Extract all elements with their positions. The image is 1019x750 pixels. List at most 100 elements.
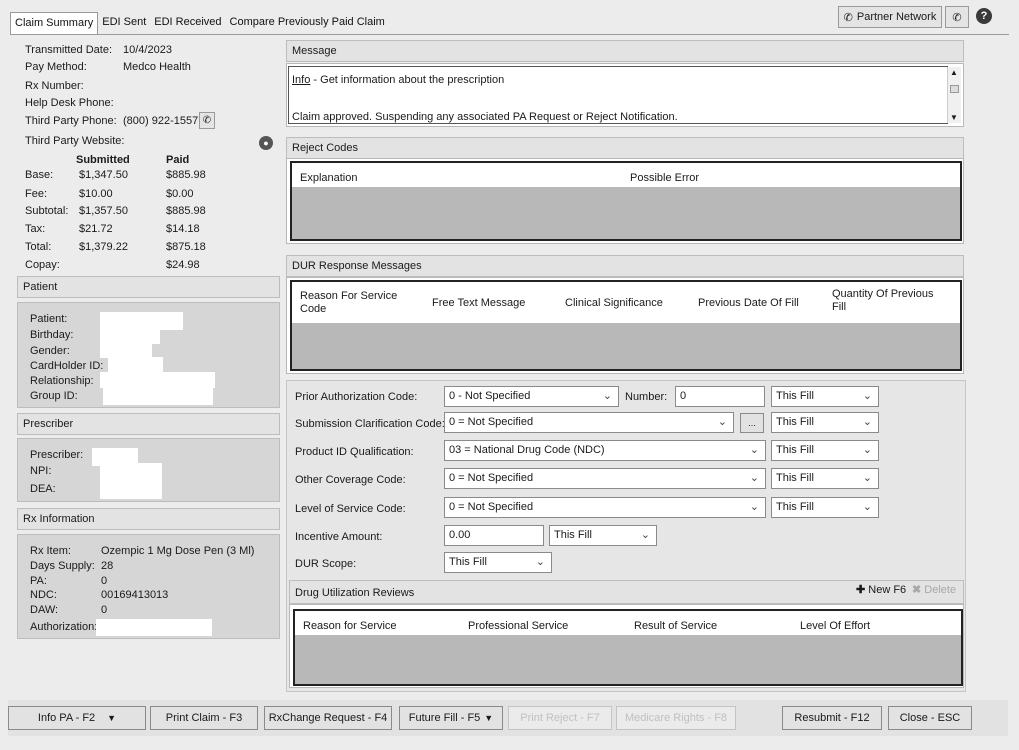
help-icon[interactable]: ? <box>976 8 992 24</box>
dur-response-body <box>292 323 960 369</box>
dea-label: DEA: <box>30 483 56 495</box>
chevron-down-icon: ⌄ <box>749 501 759 513</box>
relationship-label: Relationship: <box>30 375 94 387</box>
medicare-rights-button[interactable]: Medicare Rights - F8 <box>616 706 736 730</box>
authorization-label: Authorization: <box>30 621 98 633</box>
message-textarea[interactable]: Info - Get information about the prescri… <box>288 66 948 124</box>
ndc-label: NDC: <box>30 589 57 601</box>
tab-edi-sent[interactable]: EDI Sent <box>98 12 150 34</box>
fill-select-4[interactable]: This Fill ⌄ <box>771 468 879 489</box>
chevron-down-icon: ⌄ <box>535 556 545 568</box>
submission-clarification-select[interactable]: 0 = Not Specified ⌄ <box>444 412 734 433</box>
incentive-fill-select[interactable]: This Fill ⌄ <box>549 525 657 546</box>
print-reject-button[interactable]: Print Reject - F7 <box>508 706 612 730</box>
chevron-down-icon: ⌄ <box>749 472 759 484</box>
phone-icon: ✆ <box>202 115 212 126</box>
fill-select-2[interactable]: This Fill ⌄ <box>771 412 879 433</box>
phone-icon: ✆ <box>952 11 962 24</box>
dur-response-header-row: Reason For Service Code Free Text Messag… <box>292 282 960 323</box>
drug-utilization-reviews-grid[interactable]: Reason for Service Professional Service … <box>293 609 963 686</box>
globe-icon[interactable]: ● <box>259 136 273 150</box>
rx-number-label: Rx Number: <box>25 80 84 92</box>
dropdown-arrow-icon: ▼ <box>107 713 117 723</box>
fee-paid: $0.00 <box>166 188 194 200</box>
subtotal-paid: $885.98 <box>166 205 206 217</box>
tab-bar: Claim Summary EDI Sent EDI Received Comp… <box>10 12 389 34</box>
number-input[interactable]: 0 <box>675 386 765 407</box>
col-level-of-effort: Level Of Effort <box>800 620 871 632</box>
pay-method-value: Medco Health <box>123 61 191 73</box>
gender-label: Gender: <box>30 345 70 357</box>
cardholder-id-label: CardHolder ID: <box>30 360 104 372</box>
transmitted-date-value: 10/4/2023 <box>123 44 172 56</box>
submitted-header: Submitted <box>76 154 130 166</box>
prior-authorization-select[interactable]: 0 - Not Specified ⌄ <box>444 386 619 407</box>
info-link[interactable]: Info <box>292 74 310 86</box>
info-pa-button[interactable]: Info PA - F2 ▼ <box>8 706 146 730</box>
col-quantity-of-previous-fill: Quantity Of Previous Fill <box>832 288 934 313</box>
group-id-label: Group ID: <box>30 390 78 402</box>
new-review-button[interactable]: ✚ New F6 <box>856 583 906 596</box>
npi-label: NPI: <box>30 465 52 477</box>
redacted-relationship <box>100 372 215 388</box>
fill-select-3[interactable]: This Fill ⌄ <box>771 440 879 461</box>
chevron-down-icon: ⌄ <box>862 472 872 484</box>
phone-button[interactable]: ✆ <box>945 6 969 28</box>
call-phone-button[interactable]: ✆ <box>199 112 215 129</box>
incentive-amount-label: Incentive Amount: <box>295 531 383 543</box>
print-claim-button[interactable]: Print Claim - F3 <box>150 706 258 730</box>
chevron-down-icon: ⌄ <box>717 416 727 428</box>
fill-select-5[interactable]: This Fill ⌄ <box>771 497 879 518</box>
future-fill-button[interactable]: Future Fill - F5 ▼ <box>399 706 503 730</box>
total-label: Total: <box>25 241 52 253</box>
tab-divider <box>10 34 1009 35</box>
tax-paid: $14.18 <box>166 223 200 235</box>
tab-edi-received[interactable]: EDI Received <box>150 12 225 34</box>
close-button[interactable]: Close - ESC <box>888 706 972 730</box>
plus-icon: ✚ <box>856 584 866 596</box>
dur-response-grid[interactable]: Reason For Service Code Free Text Messag… <box>290 280 962 371</box>
total-submitted: $1,379.22 <box>79 241 128 253</box>
fill-select-1[interactable]: This Fill ⌄ <box>771 386 879 407</box>
level-of-service-select[interactable]: 0 = Not Specified ⌄ <box>444 497 766 518</box>
tax-submitted: $21.72 <box>79 223 113 235</box>
rx-item-value: Ozempic 1 Mg Dose Pen (3 Ml) <box>101 545 255 557</box>
reject-codes-grid[interactable]: Explanation Possible Error <box>290 161 962 241</box>
chevron-down-icon: ⌄ <box>862 444 872 456</box>
fee-submitted: $10.00 <box>79 188 113 200</box>
days-supply-label: Days Supply: <box>30 560 95 572</box>
redacted-birthday <box>100 328 160 344</box>
submission-clarification-ellipsis-button[interactable]: ... <box>740 413 764 433</box>
delete-review-button[interactable]: ✖ Delete <box>912 583 956 596</box>
prior-authorization-label: Prior Authorization Code: <box>295 391 418 403</box>
rxchange-request-button[interactable]: RxChange Request - F4 <box>264 706 392 730</box>
other-coverage-select[interactable]: 0 = Not Specified ⌄ <box>444 468 766 489</box>
redacted-gender <box>100 344 152 358</box>
tab-compare-previously-paid[interactable]: Compare Previously Paid Claim <box>226 12 389 34</box>
dur-scope-label: DUR Scope: <box>295 558 357 570</box>
birthday-label: Birthday: <box>30 329 74 341</box>
base-submitted: $1,347.50 <box>79 169 128 181</box>
resubmit-button[interactable]: Resubmit - F12 <box>782 706 882 730</box>
partner-network-button[interactable]: ✆ Partner Network <box>838 6 942 28</box>
dur-scope-select[interactable]: This Fill ⌄ <box>444 552 552 573</box>
drug-utilization-reviews-header-row: Reason for Service Professional Service … <box>295 611 961 635</box>
message-scrollbar[interactable]: ▲ ▼ <box>947 67 961 123</box>
chevron-down-icon: ⌄ <box>640 529 650 541</box>
tab-claim-summary[interactable]: Claim Summary <box>10 12 99 34</box>
dropdown-arrow-icon: ▼ <box>484 713 494 723</box>
drug-utilization-reviews-title: Drug Utilization Reviews <box>295 587 415 599</box>
delete-x-icon: ✖ <box>912 584 922 596</box>
third-party-website-label: Third Party Website: <box>25 135 125 147</box>
patient-label: Patient: <box>30 313 68 325</box>
col-result-of-service: Result of Service <box>634 620 718 632</box>
ndc-value: 00169413013 <box>101 589 169 601</box>
incentive-amount-input[interactable]: 0.00 <box>444 525 544 546</box>
message-line-2: Claim approved. Suspending any associate… <box>292 111 678 123</box>
redacted-authorization <box>96 619 212 636</box>
reject-codes-section-header: Reject Codes <box>286 137 964 159</box>
col-possible-error: Possible Error <box>630 172 700 184</box>
pay-method-label: Pay Method: <box>25 61 87 73</box>
product-id-qualification-select[interactable]: 03 = National Drug Code (NDC) ⌄ <box>444 440 766 461</box>
redacted-cardholder-id <box>108 357 163 373</box>
